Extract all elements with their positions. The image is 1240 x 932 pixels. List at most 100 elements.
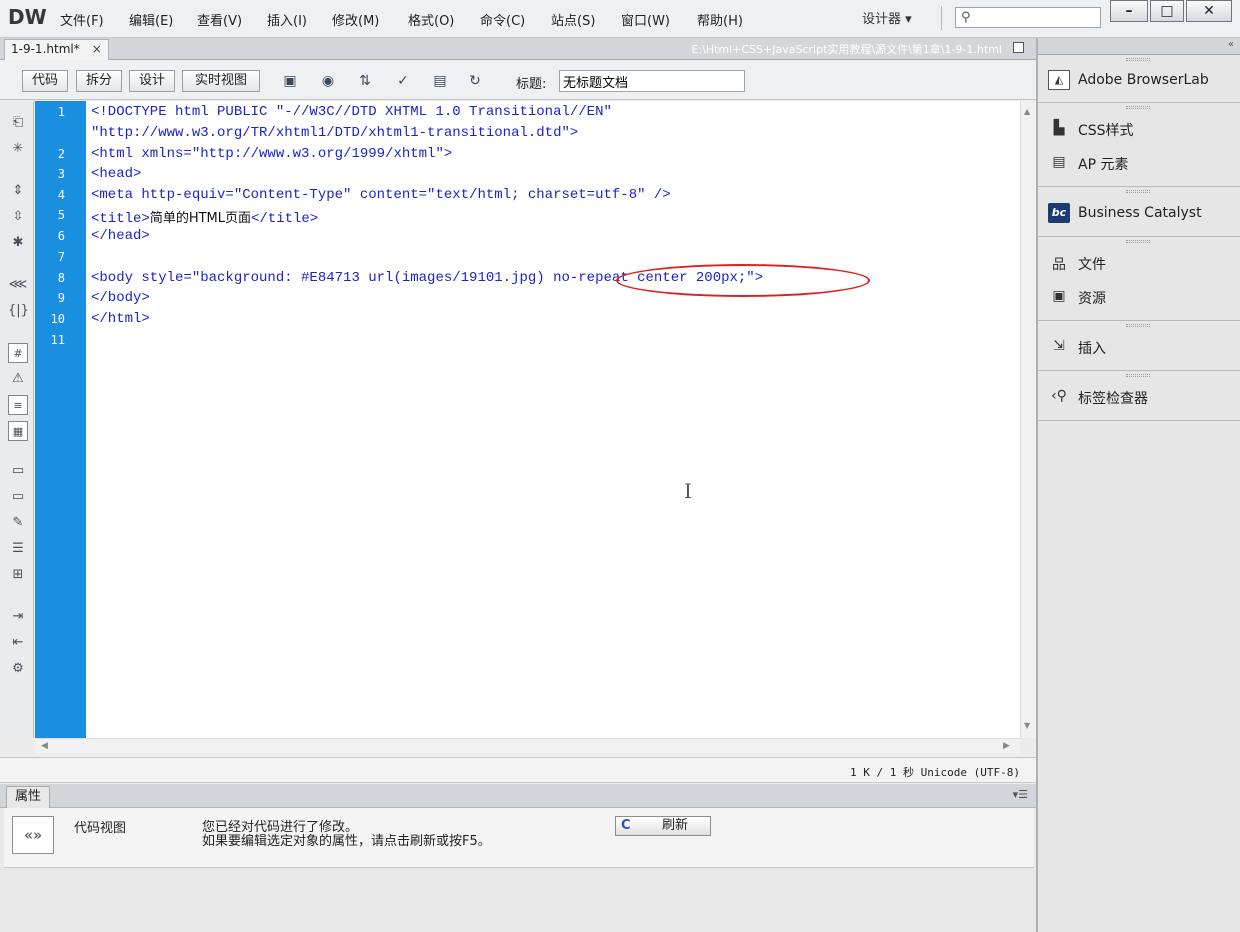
menu-command[interactable]: 命令(C) <box>480 10 525 29</box>
maximize-button[interactable]: □ <box>1150 0 1184 22</box>
recent-snippets-icon[interactable]: ☰ <box>8 539 28 559</box>
syntax-coloring-icon[interactable]: ▦ <box>8 421 28 441</box>
title-open-tag: <title> <box>91 211 150 227</box>
code-view-button[interactable]: 代码 <box>22 70 68 92</box>
refresh-icon: C <box>621 818 631 833</box>
files-icon: 品 <box>1052 257 1066 273</box>
design-view-button[interactable]: 设计 <box>129 70 175 92</box>
collapse-full-tag-icon[interactable]: ⇕ <box>8 181 28 201</box>
panel-ap-elements[interactable]: ▤ AP 元素 <box>1048 154 1128 178</box>
grip-handle[interactable] <box>1126 324 1150 327</box>
line-number: 3 <box>57 167 65 181</box>
balance-braces-icon[interactable]: {|} <box>8 301 29 321</box>
menu-bar: DW 文件(F) 编辑(E) 查看(V) 插入(I) 修改(M) 格式(O) 命… <box>0 0 1240 38</box>
code-line: </head> <box>91 228 150 244</box>
menu-site[interactable]: 站点(S) <box>551 10 595 29</box>
menu-help[interactable]: 帮助(H) <box>697 10 743 29</box>
panel-browserlab[interactable]: ◭ Adobe BrowserLab <box>1048 70 1209 94</box>
preview-browser-icon[interactable]: ◉ <box>318 72 338 90</box>
word-wrap-icon[interactable]: ≡ <box>8 395 28 415</box>
status-bar: 1 K / 1 秒 Unicode (UTF-8) <box>0 757 1036 783</box>
properties-tab[interactable]: 属性 <box>6 786 51 808</box>
panel-business-catalyst[interactable]: bc Business Catalyst <box>1048 203 1202 227</box>
split-view-button[interactable]: 拆分 <box>76 70 122 92</box>
grip-handle[interactable] <box>1126 240 1150 243</box>
refresh-design-icon[interactable]: ↻ <box>465 72 485 90</box>
format-source-icon[interactable]: ⚙ <box>8 659 28 679</box>
line-number: 4 <box>57 188 65 202</box>
outdent-code-icon[interactable]: ⇤ <box>8 633 28 653</box>
insert-icon: ⇲ <box>1053 338 1065 354</box>
menu-view[interactable]: 查看(V) <box>197 10 242 29</box>
scroll-right-icon[interactable]: ▶ <box>1003 741 1010 751</box>
close-button[interactable]: ✕ <box>1186 0 1232 22</box>
panel-options-icon[interactable]: ▾☰ <box>1013 788 1028 801</box>
restore-document-icon[interactable] <box>1013 42 1024 53</box>
code-line: <title>简单的HTML页面</title> <box>91 207 318 227</box>
highlight-invalid-code-icon[interactable]: ⚠ <box>8 369 28 389</box>
grip-handle[interactable] <box>1126 190 1150 193</box>
line-number-gutter: 1 2 3 4 5 6 7 8 9 10 11 <box>35 101 86 738</box>
code-line: </body> <box>91 290 150 306</box>
grip-handle[interactable] <box>1126 374 1150 377</box>
open-documents-icon[interactable]: ⎗ <box>8 113 28 133</box>
code-editor[interactable]: <!DOCTYPE html PUBLIC "-//W3C//DTD XHTML… <box>86 101 1020 738</box>
panel-assets[interactable]: ▣ 资源 <box>1048 288 1106 312</box>
collapse-panels-icon[interactable]: « <box>1228 39 1234 50</box>
panel-insert[interactable]: ⇲ 插入 <box>1048 338 1106 362</box>
panel-group-files: 品文件 ▣ 资源 <box>1038 237 1240 321</box>
panel-files[interactable]: 品文件 <box>1048 254 1106 278</box>
line-number: 1 <box>57 105 65 119</box>
live-view-button[interactable]: 实时视图 <box>182 70 260 92</box>
workspace-switcher[interactable]: 设计器 ▾ <box>862 8 912 27</box>
expand-all-icon[interactable]: ✱ <box>8 233 28 253</box>
page-title-input[interactable] <box>559 70 745 92</box>
wrap-tag-icon[interactable]: ✎ <box>8 513 28 533</box>
menu-format[interactable]: 格式(O) <box>408 10 454 29</box>
scroll-down-icon[interactable]: ▼ <box>1024 721 1030 730</box>
scroll-up-icon[interactable]: ▲ <box>1024 107 1030 116</box>
remove-comment-icon[interactable]: ▭ <box>8 487 28 507</box>
check-browser-icon[interactable]: ✓ <box>393 72 413 90</box>
dreamweaver-logo: DW <box>8 5 47 29</box>
minimize-button[interactable]: – <box>1110 0 1148 22</box>
close-tab-icon[interactable]: × <box>92 42 102 56</box>
apply-comment-icon[interactable]: ▭ <box>8 461 28 481</box>
code-line: <meta http-equiv="Content-Type" content=… <box>91 187 671 203</box>
scroll-left-icon[interactable]: ◀ <box>41 741 48 751</box>
show-code-navigator-icon[interactable]: ✳ <box>8 139 28 159</box>
select-parent-tag-icon[interactable]: ⋘ <box>8 275 28 295</box>
visual-aids-icon[interactable]: ▤ <box>430 72 450 90</box>
code-line: "http://www.w3.org/TR/xhtml1/DTD/xhtml1-… <box>91 125 579 141</box>
multiscreen-icon[interactable]: ▣ <box>280 72 300 90</box>
grip-handle[interactable] <box>1126 106 1150 109</box>
panel-tag-inspector[interactable]: ‹⚲ 标签检查器 <box>1048 388 1148 412</box>
panel-css-styles[interactable]: ▙ CSS样式 <box>1048 120 1134 144</box>
ap-elements-icon: ▤ <box>1052 154 1066 170</box>
menu-edit[interactable]: 编辑(E) <box>129 10 173 29</box>
grip-handle[interactable] <box>1126 58 1150 61</box>
collapse-selection-icon[interactable]: ⇳ <box>8 207 28 227</box>
vertical-scrollbar[interactable]: ▲ ▼ <box>1020 101 1036 738</box>
code-view-icon: «» <box>12 816 54 854</box>
menu-modify[interactable]: 修改(M) <box>332 10 379 29</box>
menu-file[interactable]: 文件(F) <box>60 10 104 29</box>
indent-code-icon[interactable]: ⇥ <box>8 607 28 627</box>
panel-dock: « ◭ Adobe BrowserLab ▙ CSS样式 ▤ AP 元素 bc Busi… <box>1036 38 1240 932</box>
refresh-button[interactable]: C 刷新 <box>615 816 711 836</box>
panel-group-insert: ⇲ 插入 <box>1038 321 1240 371</box>
search-input[interactable]: ⚲ <box>955 7 1101 28</box>
properties-body: «» 代码视图 您已经对代码进行了修改。 如果要编辑选定对象的属性，请点击刷新或… <box>4 808 1034 868</box>
horizontal-scrollbar[interactable]: ◀ ▶ <box>35 738 1020 754</box>
panel-group-tag-inspector: ‹⚲ 标签检查器 <box>1038 371 1240 421</box>
line-numbers-icon[interactable]: # <box>8 343 28 363</box>
file-management-icon[interactable]: ⇅ <box>355 72 375 90</box>
title-text: 简单的HTML页面 <box>149 211 251 226</box>
document-tab[interactable]: 1-9-1.html* × <box>4 39 109 60</box>
move-css-icon[interactable]: ⊞ <box>8 565 28 585</box>
title-label: 标题: <box>516 77 547 92</box>
menu-insert[interactable]: 插入(I) <box>267 10 307 29</box>
business-catalyst-icon: bc <box>1048 203 1070 223</box>
menu-window[interactable]: 窗口(W) <box>621 10 670 29</box>
annotation-ellipse <box>616 264 870 297</box>
